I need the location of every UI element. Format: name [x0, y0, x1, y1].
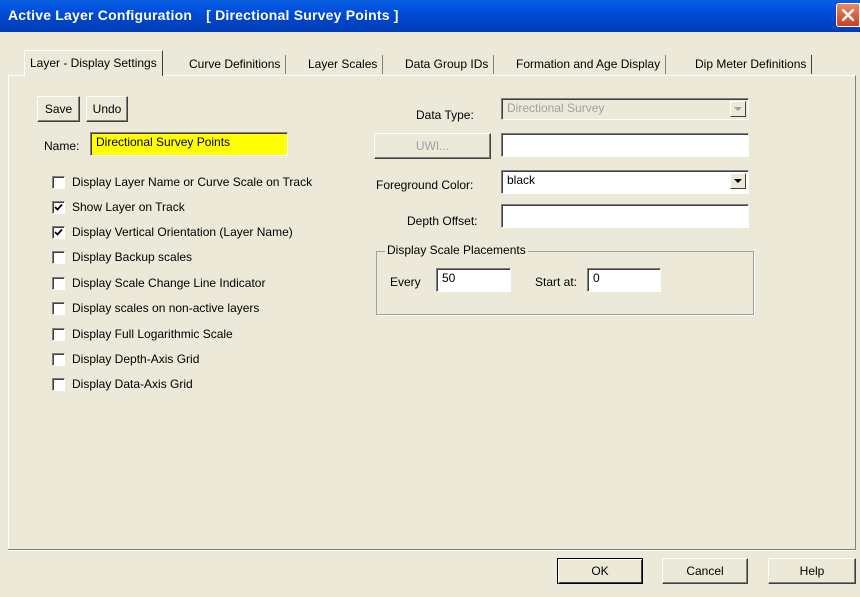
start-at-label: Start at:	[535, 275, 578, 289]
foreground-color-value: black	[507, 173, 536, 187]
checkbox-label: Display Scale Change Line Indicator	[72, 276, 266, 290]
tab-strip: Layer - Display Settings Curve Definitio…	[0, 50, 860, 76]
every-label: Every	[390, 275, 421, 289]
data-type-value: Directional Survey	[507, 101, 605, 115]
undo-button[interactable]: Undo	[86, 96, 128, 122]
foreground-color-select[interactable]: black	[501, 170, 749, 194]
save-button[interactable]: Save	[37, 96, 80, 122]
data-type-select: Directional Survey	[501, 98, 749, 120]
checkbox-box[interactable]	[52, 302, 65, 315]
checkbox-label: Show Layer on Track	[72, 200, 185, 214]
ok-button[interactable]: OK	[557, 558, 643, 584]
window-title-prefix: Active Layer Configuration	[8, 7, 193, 23]
close-button[interactable]	[836, 3, 860, 27]
checkbox-box[interactable]	[52, 378, 65, 391]
checkbox-box[interactable]	[52, 251, 65, 264]
depth-offset-field[interactable]	[501, 204, 749, 228]
tab-data-group-ids[interactable]: Data Group IDs	[400, 55, 495, 74]
tab-formation-and-age-display[interactable]: Formation and Age Display	[511, 55, 667, 74]
checkbox-label: Display Backup scales	[72, 250, 193, 264]
checkbox-label: Display Layer Name or Curve Scale on Tra…	[72, 175, 313, 189]
name-label: Name:	[44, 139, 80, 153]
title-bar: Active Layer Configuration [ Directional …	[0, 0, 860, 32]
uwi-button: UWI...	[374, 133, 491, 159]
checkbox-box[interactable]	[52, 226, 65, 239]
tab-layer-display-settings[interactable]: Layer - Display Settings	[24, 50, 163, 76]
checkbox-box[interactable]	[52, 201, 65, 214]
checkbox-box[interactable]	[52, 277, 65, 290]
checkbox-box[interactable]	[52, 353, 65, 366]
data-type-dropdown-button	[730, 101, 746, 117]
checkbox-box[interactable]	[52, 328, 65, 341]
uwi-field[interactable]	[501, 133, 749, 157]
checkbox-label: Display Full Logarithmic Scale	[72, 327, 233, 341]
start-at-field[interactable]: 0	[587, 268, 661, 292]
checkbox-label: Display Vertical Orientation (Layer Name…	[72, 225, 293, 239]
depth-offset-label: Depth Offset:	[407, 214, 478, 228]
footer-divider	[8, 549, 856, 551]
foreground-color-label: Foreground Color:	[376, 178, 474, 192]
tab-curve-definitions[interactable]: Curve Definitions	[184, 55, 287, 74]
tab-dip-meter-definitions[interactable]: Dip Meter Definitions	[690, 55, 813, 74]
checkbox-label: Display Data-Axis Grid	[72, 377, 193, 391]
help-button[interactable]: Help	[768, 558, 856, 584]
checkbox-label: Display scales on non-active layers	[72, 301, 260, 315]
checkbox-label: Display Depth-Axis Grid	[72, 352, 200, 366]
name-field[interactable]: Directional Survey Points	[90, 132, 288, 156]
window-title-suffix: [ Directional Survey Points ]	[206, 7, 399, 23]
checkbox-box[interactable]	[52, 176, 65, 189]
cancel-button[interactable]: Cancel	[662, 558, 748, 584]
data-type-label: Data Type:	[416, 108, 474, 122]
foreground-color-dropdown-button[interactable]	[730, 173, 746, 189]
window-title: Active Layer Configuration [ Directional …	[8, 7, 399, 23]
display-scale-placements-label: Display Scale Placements	[385, 243, 528, 257]
every-field[interactable]: 50	[436, 268, 511, 292]
tab-layer-scales[interactable]: Layer Scales	[303, 55, 384, 74]
